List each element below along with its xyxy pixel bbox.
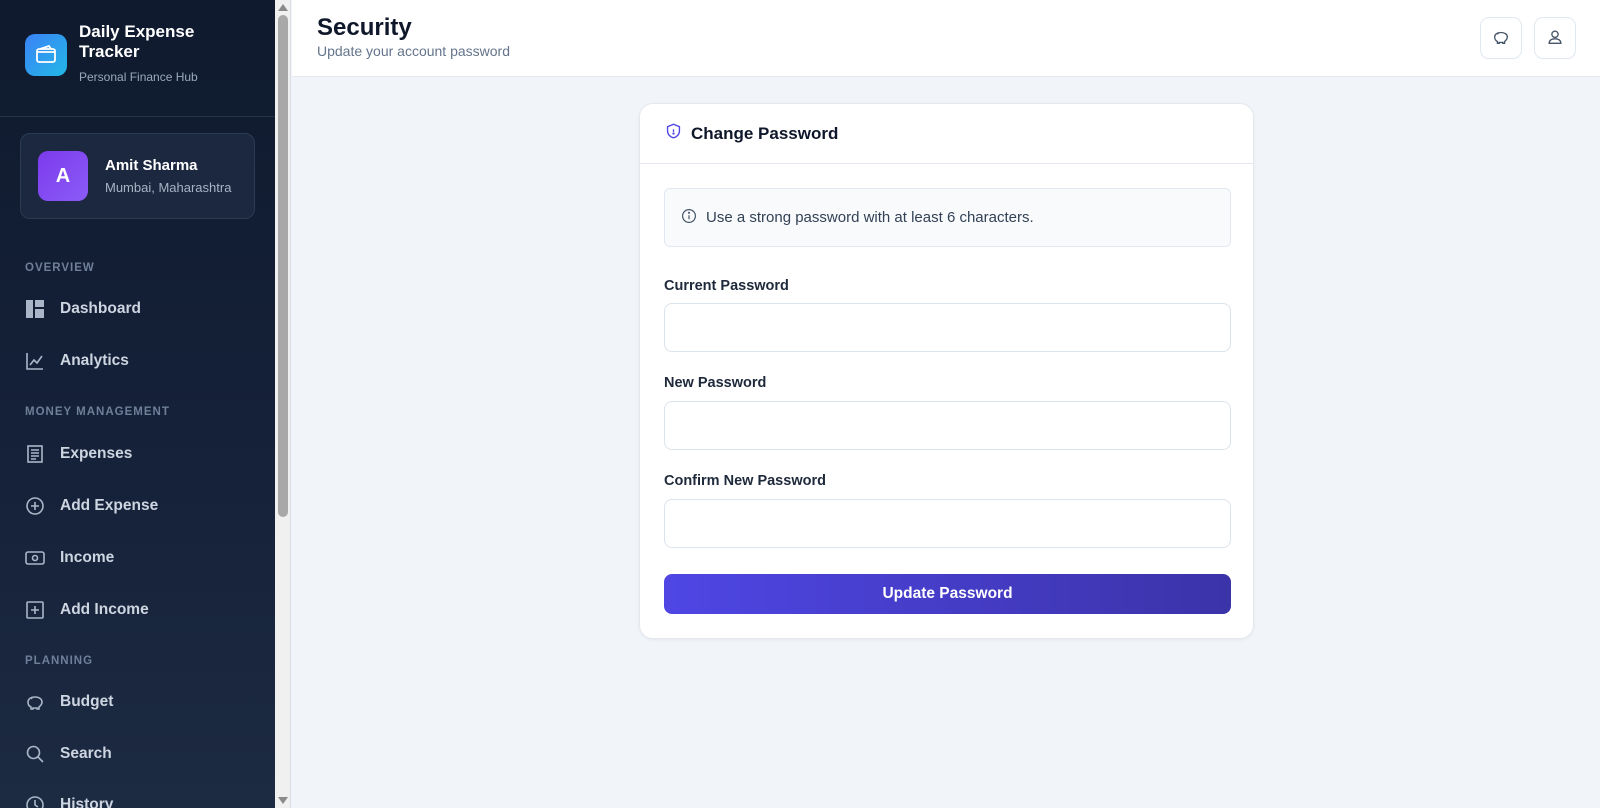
scroll-down-arrow-icon[interactable] bbox=[278, 797, 288, 804]
plus-square-icon bbox=[25, 600, 45, 620]
section-label-planning: PLANNING bbox=[25, 655, 94, 667]
sidebar-item-analytics[interactable]: Analytics bbox=[25, 341, 255, 381]
profile-button[interactable] bbox=[1534, 17, 1576, 59]
top-header: Security Update your account password bbox=[292, 0, 1600, 77]
sidebar-item-label: Budget bbox=[60, 693, 114, 710]
new-password-input[interactable] bbox=[664, 401, 1231, 450]
piggy-bank-icon bbox=[25, 692, 45, 712]
confirm-password-input[interactable] bbox=[664, 499, 1231, 548]
page-title: Security bbox=[317, 14, 412, 41]
clock-icon bbox=[25, 795, 45, 808]
receipt-icon bbox=[25, 444, 45, 464]
sidebar-item-search[interactable]: Search bbox=[25, 734, 255, 774]
change-password-card: Change Password Use a strong password wi… bbox=[639, 103, 1254, 639]
confirm-password-label: Confirm New Password bbox=[664, 473, 826, 489]
sidebar-item-label: History bbox=[60, 796, 114, 808]
scroll-thumb[interactable] bbox=[278, 15, 288, 517]
plus-circle-icon bbox=[25, 496, 45, 516]
info-text: Use a strong password with at least 6 ch… bbox=[706, 209, 1034, 226]
brand-subtitle: Personal Finance Hub bbox=[79, 70, 198, 84]
card-title: Change Password bbox=[691, 123, 839, 143]
sidebar-item-label: Expenses bbox=[60, 445, 133, 462]
wallet-icon bbox=[25, 34, 67, 76]
section-label-money-management: MONEY MANAGEMENT bbox=[25, 406, 170, 418]
update-password-button[interactable]: Update Password bbox=[664, 574, 1231, 614]
dashboard-icon bbox=[25, 299, 45, 319]
sidebar-item-add-expense[interactable]: Add Expense bbox=[25, 486, 255, 526]
sidebar-scrollbar[interactable] bbox=[275, 0, 291, 808]
sidebar-item-label: Add Income bbox=[60, 601, 149, 618]
brand: Daily Expense Tracker Personal Finance H… bbox=[0, 0, 275, 117]
sidebar-item-label: Income bbox=[60, 549, 115, 566]
sidebar-item-label: Search bbox=[60, 745, 112, 762]
money-icon bbox=[25, 548, 45, 568]
sidebar-item-income[interactable]: Income bbox=[25, 538, 255, 578]
card-header: Change Password bbox=[640, 104, 1253, 164]
sidebar-item-expenses[interactable]: Expenses bbox=[25, 434, 255, 474]
search-icon bbox=[25, 744, 45, 764]
chart-line-icon bbox=[25, 351, 45, 371]
sidebar-item-history[interactable]: History bbox=[25, 785, 255, 808]
sidebar: Daily Expense Tracker Personal Finance H… bbox=[0, 0, 275, 808]
profile-card[interactable]: A Amit Sharma Mumbai, Maharashtra bbox=[20, 133, 255, 219]
page-subtitle: Update your account password bbox=[317, 43, 510, 59]
sidebar-item-label: Dashboard bbox=[60, 300, 141, 317]
sidebar-item-add-income[interactable]: Add Income bbox=[25, 590, 255, 630]
scroll-up-arrow-icon[interactable] bbox=[278, 4, 288, 11]
sidebar-item-dashboard[interactable]: Dashboard bbox=[25, 289, 255, 329]
current-password-input[interactable] bbox=[664, 303, 1231, 352]
current-password-label: Current Password bbox=[664, 278, 789, 294]
new-password-label: New Password bbox=[664, 375, 767, 391]
brand-title: Daily Expense Tracker bbox=[79, 22, 195, 61]
user-icon bbox=[1546, 28, 1564, 49]
shield-icon bbox=[665, 122, 691, 145]
section-label-overview: OVERVIEW bbox=[25, 262, 95, 274]
sidebar-item-label: Add Expense bbox=[60, 497, 159, 514]
info-notice: Use a strong password with at least 6 ch… bbox=[664, 188, 1231, 247]
avatar: A bbox=[38, 151, 88, 201]
sidebar-item-label: Analytics bbox=[60, 352, 129, 369]
profile-name: Amit Sharma bbox=[105, 157, 198, 174]
budget-shortcut-button[interactable] bbox=[1480, 17, 1522, 59]
piggy-bank-icon bbox=[1492, 28, 1510, 49]
sidebar-item-budget[interactable]: Budget bbox=[25, 682, 255, 722]
profile-location: Mumbai, Maharashtra bbox=[105, 180, 232, 195]
info-icon bbox=[681, 208, 706, 228]
